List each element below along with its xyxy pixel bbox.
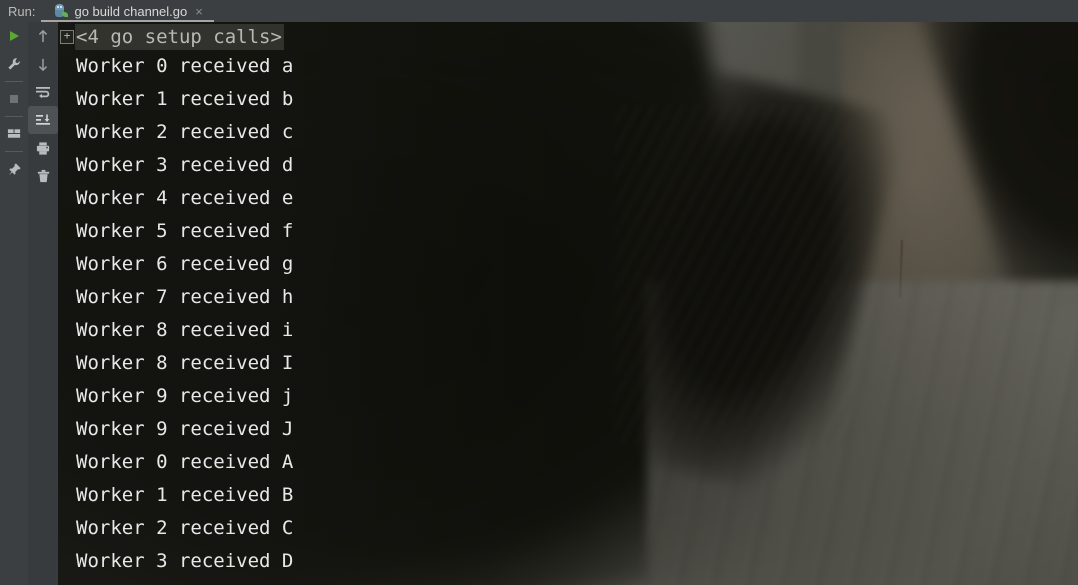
down-stack-trace-button[interactable] [28,50,58,78]
console-line: Worker 2 received c [76,121,294,143]
console-line: Worker 0 received A [76,451,294,473]
pin-icon [8,162,21,175]
soft-wrap-button[interactable] [28,78,58,106]
stop-square-icon [10,95,18,103]
up-stack-trace-button[interactable] [28,22,58,50]
tab-title: go build channel.go [74,3,188,19]
close-icon[interactable]: × [195,5,203,18]
wrench-icon [7,57,20,69]
clear-all-button[interactable] [28,162,58,190]
console-line: Worker 0 received a [76,55,294,77]
pin-tab-button[interactable] [0,155,28,183]
arrow-down-icon [38,58,48,71]
printer-icon [36,141,50,155]
settings-button[interactable] [0,50,28,78]
console-lines: + <4 go setup calls> Worker 0 received a… [58,22,1078,578]
console-output[interactable]: + <4 go setup calls> Worker 0 received a… [58,22,1078,585]
console-line: Worker 3 received D [76,550,294,572]
fold-placeholder-text[interactable]: <4 go setup calls> [75,24,284,50]
rerun-button[interactable] [0,22,28,50]
run-label: Run: [8,3,36,19]
console-line: Worker 8 received i [76,319,294,341]
tab-go-build-channel[interactable]: go build channel.go × [47,0,206,22]
arrow-up-icon [38,29,48,42]
expand-fold-icon[interactable]: + [60,30,74,44]
toolbar-divider [5,151,23,152]
print-button[interactable] [28,134,58,162]
ide-run-window: Run: go build channel.go × + <4 go setup… [0,0,1078,585]
scroll-to-end-button[interactable] [28,106,58,134]
console-line: Worker 9 received J [76,418,294,440]
run-toolwindow-header: Run: go build channel.go × [0,0,1078,22]
console-line: Worker 5 received f [76,220,294,242]
console-line: Worker 4 received e [76,187,294,209]
go-gopher-icon [53,3,69,19]
folded-region-row[interactable]: + <4 go setup calls> [58,24,1078,50]
console-line: Worker 7 received h [76,286,294,308]
toolbar-divider [5,81,23,82]
layout-icon [7,129,20,138]
play-icon [10,31,19,41]
console-actions-toolbar [28,22,58,585]
toolbar-divider [5,116,23,117]
trash-icon [37,169,49,182]
scroll-to-end-icon [36,114,50,125]
layout-button[interactable] [0,120,28,148]
console-line: Worker 3 received d [76,154,294,176]
run-actions-toolbar [0,22,28,585]
console-line: Worker 1 received b [76,88,294,110]
console-line: Worker 8 received I [76,352,294,374]
console-line: Worker 9 received j [76,385,294,407]
console-line: Worker 1 received B [76,484,294,506]
console-line: Worker 2 received C [76,517,294,539]
soft-wrap-icon [36,87,50,99]
console-line: Worker 6 received g [76,253,294,275]
stop-button[interactable] [0,85,28,113]
